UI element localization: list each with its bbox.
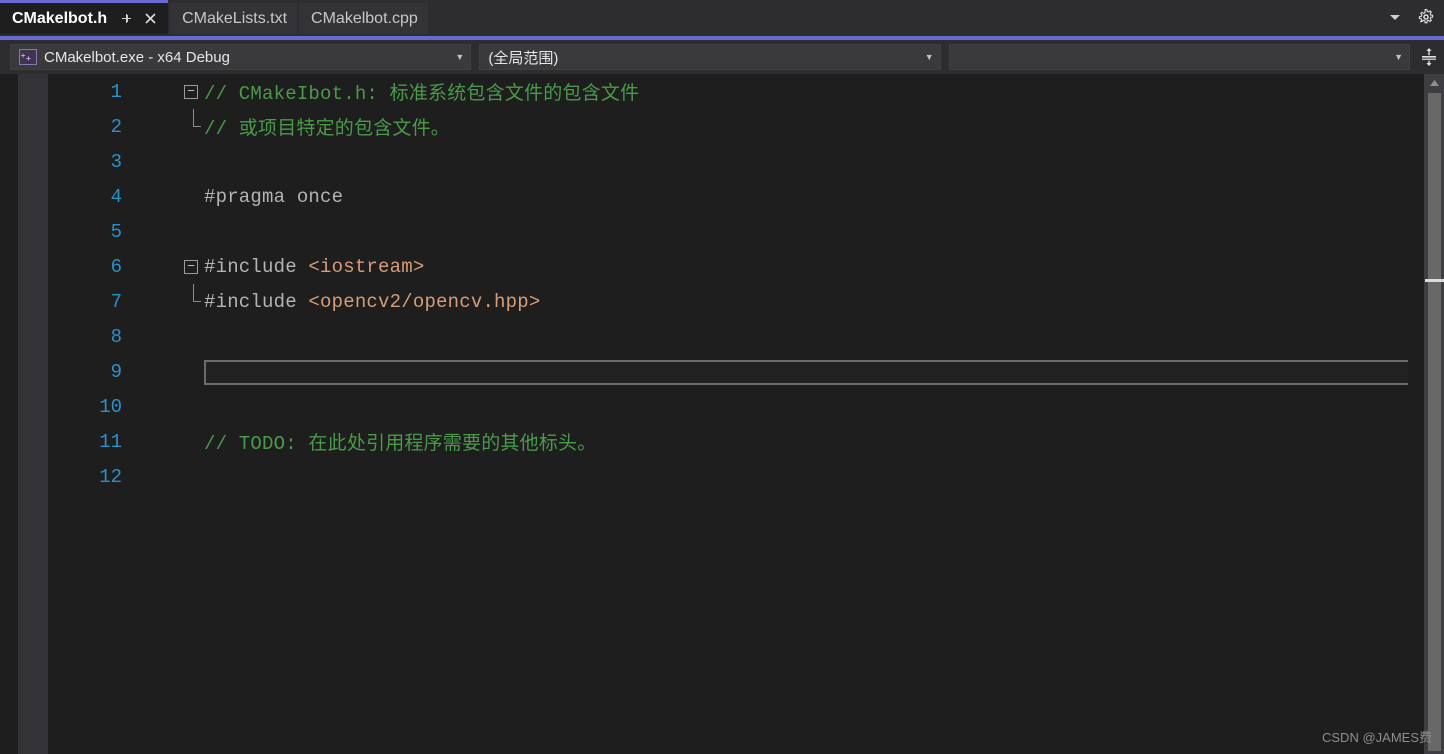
svg-text:+: + [26, 54, 31, 63]
line-number: 12 [99, 465, 122, 488]
code-line[interactable]: 9 [0, 354, 1410, 389]
cpp-file-icon: + + [19, 49, 37, 65]
line-number: 1 [110, 80, 122, 103]
collapse-region-icon[interactable]: − [182, 249, 200, 284]
gear-icon[interactable] [1418, 9, 1434, 25]
code-line[interactable]: 8 [0, 319, 1406, 354]
line-number: 2 [110, 115, 122, 138]
document-tab-strip: CMakelbot.h CMakeLists.txt CMakelbot.cpp [0, 0, 1444, 36]
project-config-dropdown[interactable]: + + CMakelbot.exe - x64 Debug ▼ [10, 44, 472, 70]
navigation-bar: + + CMakelbot.exe - x64 Debug ▼ (全局范围) ▼… [0, 40, 1444, 74]
code-editor-surface[interactable]: 1−// CMakeIbot.h: 标准系统包含文件的包含文件 2// 或项目特定… [0, 74, 1444, 754]
chevron-down-icon[interactable]: ▼ [925, 52, 934, 62]
line-content: #pragma once [204, 186, 343, 208]
scope-dropdown[interactable]: (全局范围) ▼ [479, 44, 941, 70]
line-number: 11 [99, 430, 122, 453]
minus-glyph: − [184, 259, 198, 274]
chevron-down-icon[interactable]: ▼ [455, 52, 464, 62]
svg-text:+: + [21, 52, 25, 60]
line-number: 4 [110, 185, 122, 208]
watermark: CSDN @JAMES费 [1322, 730, 1432, 745]
code-token: #pragma once [204, 185, 344, 208]
code-token: <iostream> [308, 255, 425, 278]
scope-value: (全局范围) [488, 49, 559, 67]
line-content: #include <iostream> [204, 256, 424, 278]
scroll-up-icon[interactable] [1424, 74, 1444, 91]
line-content: // 或项目特定的包含文件。 [204, 113, 450, 140]
fold-region-end-marker [193, 109, 201, 127]
visual-studio-editor-window: CMakelbot.h CMakeLists.txt CMakelbot.cpp [0, 0, 1444, 754]
code-line[interactable]: 1 −// CMakeIbot.h: 标准系统包含文件的包含文件 [0, 74, 1406, 109]
chevron-down-icon[interactable] [1388, 10, 1402, 24]
code-line[interactable]: 12 [0, 459, 1406, 494]
tab-label: CMakeLists.txt [182, 9, 288, 27]
line-number: 5 [110, 220, 122, 243]
editor-right-gutter [1408, 74, 1424, 754]
tab-label: CMakelbot.cpp [311, 9, 418, 27]
code-token: <opencv2/opencv.hpp> [308, 290, 541, 313]
code-line[interactable]: 10 [0, 389, 1406, 424]
collapse-region-icon[interactable]: − [182, 74, 200, 109]
code-token: #include [204, 255, 309, 278]
code-text-area[interactable]: 1−// CMakeIbot.h: 标准系统包含文件的包含文件 2// 或项目特定… [0, 74, 1410, 754]
line-content: #include <opencv2/opencv.hpp> [204, 291, 540, 313]
split-window-icon[interactable] [1414, 41, 1444, 73]
pin-icon[interactable] [119, 12, 133, 26]
tab-cmakelbot-h[interactable]: CMakelbot.h [0, 0, 169, 34]
fold-region-end-marker [193, 284, 201, 302]
code-line[interactable]: 7 #include <opencv2/opencv.hpp> [0, 284, 1406, 319]
code-line[interactable]: 6 − #include <iostream> [0, 249, 1406, 284]
code-line[interactable]: 3 [0, 144, 1406, 179]
line-number: 6 [110, 255, 122, 278]
tab-strip-controls [1388, 0, 1444, 34]
caret-position-marker [1425, 279, 1444, 282]
chevron-down-icon[interactable]: ▼ [1394, 52, 1403, 62]
code-line[interactable]: 5 [0, 214, 1406, 249]
code-line[interactable]: 11 // TODO: 在此处引用程序需要的其他标头。 [0, 424, 1406, 459]
vertical-scrollbar[interactable] [1424, 74, 1444, 754]
code-token: #include [204, 290, 309, 313]
line-number: 3 [110, 150, 122, 173]
close-icon[interactable] [143, 11, 158, 26]
code-line[interactable]: 4 #pragma once [0, 179, 1406, 214]
line-number: 9 [110, 360, 122, 383]
member-dropdown[interactable]: ▼ [948, 44, 1411, 70]
scrollbar-thumb[interactable] [1428, 93, 1441, 751]
tab-cmakelists-txt[interactable]: CMakeLists.txt [170, 3, 298, 34]
code-token: // TODO: 在此处引用程序需要的其他标头。 [204, 433, 597, 455]
line-number: 7 [110, 290, 122, 313]
code-token: // 或项目特定的包含文件。 [204, 118, 451, 140]
line-number: 10 [99, 395, 122, 418]
line-content: // TODO: 在此处引用程序需要的其他标头。 [204, 428, 596, 455]
line-content: // CMakeIbot.h: 标准系统包含文件的包含文件 [204, 78, 639, 105]
tab-cmakelbot-cpp[interactable]: CMakelbot.cpp [299, 3, 428, 34]
minus-glyph: − [184, 84, 198, 99]
project-config-value: CMakelbot.exe - x64 Debug [44, 48, 230, 66]
code-line[interactable]: 2 // 或项目特定的包含文件。 [0, 109, 1406, 144]
inline-edit-box[interactable] [204, 360, 1410, 385]
code-token: // CMakeIbot.h: 标准系统包含文件的包含文件 [204, 83, 640, 105]
tab-label: CMakelbot.h [12, 9, 108, 27]
line-number: 8 [110, 325, 122, 348]
